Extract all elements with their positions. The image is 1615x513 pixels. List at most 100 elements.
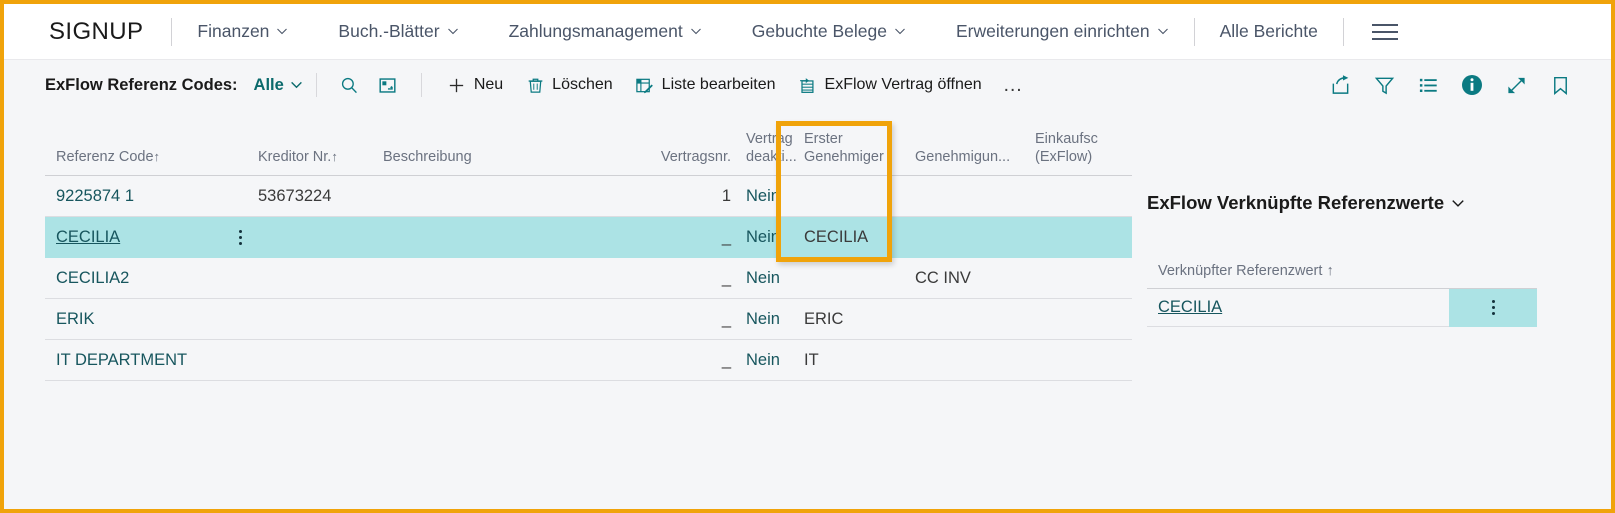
page-title: ExFlow Referenz Codes: [45, 75, 238, 94]
top-navigation-bar: SIGNUP Finanzen Buch.-Blätter Zahlungsma… [4, 4, 1611, 60]
row-menu-icon [1491, 300, 1495, 315]
table-row[interactable]: CECILIA2 _ Nein CC INV [45, 258, 1132, 299]
column-header-kreditor-nr[interactable]: Kreditor Nr.↑ [258, 130, 383, 175]
expand-icon[interactable] [1505, 74, 1527, 96]
cell-referenz-code[interactable]: IT DEPARTMENT [45, 351, 223, 370]
nav-item-erweiterungen-einrichten[interactable]: Erweiterungen einrichten [931, 4, 1194, 59]
app-brand[interactable]: SIGNUP [4, 18, 171, 46]
column-header-vertragsnr[interactable]: Vertragsnr. [641, 130, 731, 175]
table-row[interactable]: ERIK _ Nein ERIC [45, 299, 1132, 340]
cell-vertrag-deaktiviert: Nein [746, 350, 780, 369]
chevron-down-icon [276, 25, 288, 37]
search-button[interactable] [331, 71, 369, 99]
column-label: Kreditor Nr. [258, 149, 332, 166]
factbox-title[interactable]: ExFlow Verknüpfte Referenzwerte [1147, 192, 1537, 214]
new-button[interactable]: Neu [436, 71, 514, 99]
open-in-new-window-button[interactable] [369, 71, 407, 99]
share-icon[interactable] [1329, 74, 1351, 96]
factbox-body: Verknüpfter Referenzwert ↑ CECILIA [1147, 227, 1537, 449]
edit-list-button[interactable]: Liste bearbeiten [624, 71, 787, 99]
factbox-column-header[interactable]: Verknüpfter Referenzwert ↑ [1147, 227, 1537, 289]
nav-item-zahlungsmanagement[interactable]: Zahlungsmanagement [484, 4, 727, 59]
delete-button[interactable]: Löschen [514, 71, 624, 99]
row-menu-button[interactable] [223, 229, 258, 245]
nav-item-label: Alle Berichte [1219, 21, 1318, 41]
factbox-exflow-linked-reference-values: ExFlow Verknüpfte Referenzwerte Verknüpf… [1147, 192, 1537, 449]
open-contract-icon [798, 75, 818, 95]
column-label: Referenz Code [56, 149, 154, 166]
column-header-erster-genehmiger[interactable]: Erster Genehmiger [787, 130, 905, 175]
search-icon [340, 75, 360, 95]
cell-vertragsnr: _ [721, 350, 731, 369]
column-header-rowmenu-spacer [223, 167, 258, 175]
cell-vertrag-deaktiviert: Nein [746, 309, 780, 328]
chevron-down-icon[interactable] [1451, 196, 1464, 208]
cell-vertragsnr: _ [721, 309, 731, 328]
sort-indicator: ↑ [153, 149, 161, 165]
nav-item-label: Gebuchte Belege [751, 21, 887, 41]
nav-item-label: Finanzen [197, 21, 270, 41]
nav-item-buch-blaetter[interactable]: Buch.-Blätter [313, 4, 483, 59]
view-filter-dropdown[interactable]: Alle [254, 76, 302, 95]
hamburger-icon[interactable] [1344, 23, 1426, 40]
column-label: Beschreibung [383, 149, 472, 166]
table-header-row: Referenz Code↑ Kreditor Nr.↑ Beschreibun… [45, 116, 1132, 176]
more-commands-button[interactable]: … [993, 75, 1035, 95]
factbox-row-menu-button[interactable] [1449, 288, 1537, 327]
command-divider [420, 73, 422, 97]
cell-vertrag-deaktiviert: Nein [746, 186, 780, 205]
sort-indicator: ↑ [331, 149, 338, 165]
cell-erster-genehmiger: CECILIA [804, 227, 869, 246]
table-row[interactable]: 9225874 1 53673224 1 Nein [45, 176, 1132, 217]
nav-item-alle-berichte[interactable]: Alle Berichte [1195, 4, 1343, 59]
table-row[interactable]: IT DEPARTMENT _ Nein IT [45, 340, 1132, 381]
new-button-label: Neu [473, 76, 504, 93]
cell-referenz-code[interactable]: 9225874 1 [45, 187, 223, 206]
nav-item-finanzen[interactable]: Finanzen [172, 4, 313, 59]
column-header-genehmigung[interactable]: Genehmigun... [905, 148, 1025, 175]
nav-item-label: Zahlungsmanagement [508, 21, 683, 41]
column-header-referenz-code[interactable]: Referenz Code↑ [45, 130, 223, 175]
chevron-down-icon [290, 78, 302, 90]
open-in-new-window-icon [378, 75, 398, 95]
plus-icon [447, 75, 467, 95]
factbox-title-label: ExFlow Verknüpfte Referenzwerte [1147, 192, 1445, 213]
cell-kreditor-nr: 53673224 [258, 186, 332, 205]
chevron-down-icon [690, 25, 702, 37]
nav-item-label: Erweiterungen einrichten [955, 21, 1150, 41]
cell-erster-genehmiger: ERIC [804, 309, 844, 328]
row-menu-icon [239, 229, 242, 245]
filter-icon[interactable] [1373, 74, 1395, 96]
view-filter-value: Alle [253, 75, 284, 94]
column-header-beschreibung[interactable]: Beschreibung [383, 130, 641, 175]
open-exflow-contract-button-label: ExFlow Vertrag öffnen [824, 76, 982, 93]
cell-vertrag-deaktiviert: Nein [746, 268, 780, 287]
open-exflow-contract-button[interactable]: ExFlow Vertrag öffnen [787, 71, 993, 99]
list-view-icon[interactable] [1417, 74, 1439, 96]
command-bar-right-icons [1329, 74, 1611, 96]
command-divider [315, 73, 317, 97]
chevron-down-icon [1157, 25, 1169, 37]
bookmark-icon[interactable] [1549, 74, 1571, 96]
cell-referenz-code[interactable]: CECILIA2 [45, 269, 223, 288]
factbox-row[interactable]: CECILIA [1147, 288, 1537, 327]
command-bar: ExFlow Referenz Codes: Alle Neu Löschen … [4, 60, 1611, 110]
nav-item-gebuchte-belege[interactable]: Gebuchte Belege [727, 4, 931, 59]
edit-list-button-label: Liste bearbeiten [661, 76, 776, 93]
chevron-down-icon [894, 25, 906, 37]
cell-referenz-code[interactable]: ERIK [45, 310, 223, 329]
info-icon[interactable] [1461, 74, 1483, 96]
column-label: Vertragsnr. [660, 149, 731, 166]
column-header-einkaufscode-exflow[interactable]: Einkaufsc (ExFlow) [1025, 130, 1115, 175]
cell-erster-genehmiger: IT [804, 350, 819, 369]
cell-vertragsnr: _ [721, 227, 731, 246]
table-row-selected[interactable]: CECILIA _ Nein CECILIA [45, 217, 1132, 258]
app-window: SIGNUP Finanzen Buch.-Blätter Zahlungsma… [0, 0, 1615, 513]
cell-vertragsnr: _ [721, 268, 731, 287]
cell-referenz-code[interactable]: CECILIA [45, 228, 223, 247]
factbox-cell-verknuepfter-referenzwert[interactable]: CECILIA [1147, 298, 1449, 317]
trash-icon [525, 75, 545, 95]
column-header-vertrag-deaktiviert[interactable]: Vertrag deakti... [731, 130, 797, 175]
cell-vertragsnr: 1 [721, 186, 731, 205]
chevron-down-icon [447, 25, 459, 37]
